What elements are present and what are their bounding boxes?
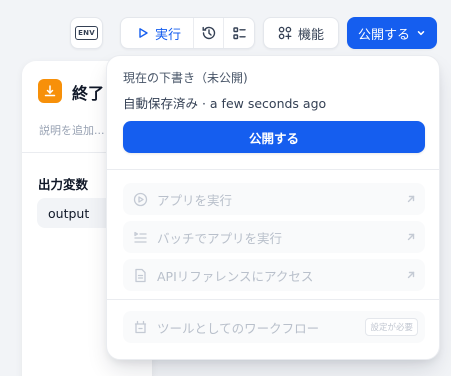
menu-item-label: APIリファレンスにアクセス [157, 268, 314, 284]
play-icon [137, 27, 149, 39]
run-toolbar-group: 実行 [120, 17, 255, 49]
checklist-button[interactable] [224, 18, 254, 48]
batch-list-icon [133, 230, 148, 245]
tool-icon [133, 320, 148, 335]
external-link-icon [397, 232, 425, 242]
chevron-down-icon [416, 28, 426, 38]
configure-required-badge: 設定が必要 [365, 318, 418, 336]
autosave-status: 自動保存済み · a few seconds ago [123, 96, 327, 111]
publish-button[interactable]: 公開する [123, 121, 425, 153]
features-icon [278, 26, 292, 40]
menu-item-batch-run[interactable]: バッチでアプリを実行 [123, 221, 425, 253]
run-button[interactable]: 実行 [121, 18, 195, 48]
features-button[interactable]: 機能 [263, 17, 339, 49]
external-link-icon [397, 194, 425, 204]
publish-label: 公開する [357, 27, 410, 43]
document-icon [133, 268, 148, 283]
end-node-title: 終了 [72, 84, 105, 103]
external-link-icon [397, 270, 425, 280]
draft-status: 現在の下書き（未公開) [123, 71, 248, 85]
menu-item-label: ツールとしてのワークフロー [157, 320, 320, 336]
run-label: 実行 [155, 27, 182, 43]
description-placeholder[interactable]: 説明を追加... [39, 122, 105, 138]
play-circle-icon [133, 192, 148, 207]
publish-dropdown-button[interactable]: 公開する [347, 17, 437, 49]
output-variables-label: 出力変数 [38, 177, 89, 192]
env-button[interactable]: ENV [70, 17, 103, 49]
menu-item-run-app[interactable]: アプリを実行 [123, 183, 425, 215]
env-icon: ENV [75, 26, 98, 40]
divider [107, 169, 439, 170]
divider [107, 299, 439, 300]
menu-item-workflow-as-tool[interactable]: ツールとしてのワークフロー 設定が必要 [123, 311, 425, 343]
menu-item-label: アプリを実行 [157, 192, 233, 208]
run-history-button[interactable] [194, 18, 225, 48]
history-icon [201, 25, 217, 41]
features-label: 機能 [297, 27, 324, 43]
end-node-icon [38, 79, 62, 103]
menu-item-label: バッチでアプリを実行 [157, 230, 283, 246]
output-variable-name: output [48, 205, 90, 221]
publish-menu: 現在の下書き（未公開) 自動保存済み · a few seconds ago 公… [106, 55, 440, 360]
menu-item-api-reference[interactable]: APIリファレンスにアクセス [123, 259, 425, 291]
checklist-icon [232, 26, 247, 41]
